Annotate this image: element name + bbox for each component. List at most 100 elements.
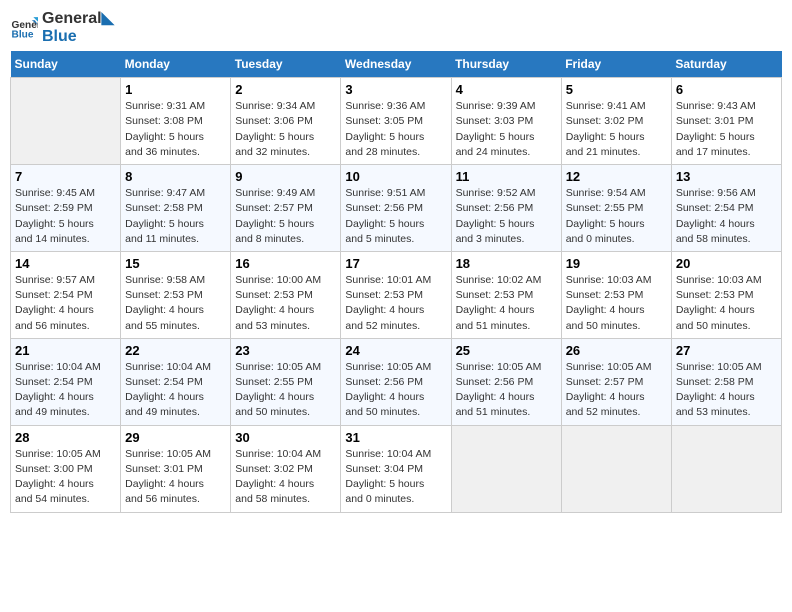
day-number: 26 — [566, 343, 667, 358]
day-info: Sunrise: 10:05 AM Sunset: 2:55 PM Daylig… — [235, 360, 336, 421]
day-info: Sunrise: 9:49 AM Sunset: 2:57 PM Dayligh… — [235, 186, 336, 247]
day-info: Sunrise: 9:36 AM Sunset: 3:05 PM Dayligh… — [345, 99, 446, 160]
day-info: Sunrise: 9:31 AM Sunset: 3:08 PM Dayligh… — [125, 99, 226, 160]
svg-text:Blue: Blue — [12, 29, 34, 40]
day-info: Sunrise: 9:56 AM Sunset: 2:54 PM Dayligh… — [676, 186, 777, 247]
calendar-week-row: 1 Sunrise: 9:31 AM Sunset: 3:08 PM Daylig… — [11, 78, 782, 165]
day-info: Sunrise: 10:04 AM Sunset: 2:54 PM Daylig… — [15, 360, 116, 421]
day-info: Sunrise: 10:03 AM Sunset: 2:53 PM Daylig… — [566, 273, 667, 334]
weekday-header: Tuesday — [231, 51, 341, 78]
day-info: Sunrise: 10:05 AM Sunset: 2:58 PM Daylig… — [676, 360, 777, 421]
day-info: Sunrise: 10:05 AM Sunset: 3:00 PM Daylig… — [15, 447, 116, 508]
day-info: Sunrise: 10:04 AM Sunset: 3:02 PM Daylig… — [235, 447, 336, 508]
day-number: 25 — [456, 343, 557, 358]
calendar-cell: 9 Sunrise: 9:49 AM Sunset: 2:57 PM Daylig… — [231, 165, 341, 252]
day-number: 11 — [456, 169, 557, 184]
day-number: 27 — [676, 343, 777, 358]
weekday-header: Thursday — [451, 51, 561, 78]
weekday-header: Sunday — [11, 51, 121, 78]
day-info: Sunrise: 9:52 AM Sunset: 2:56 PM Dayligh… — [456, 186, 557, 247]
day-number: 10 — [345, 169, 446, 184]
calendar-cell: 27 Sunrise: 10:05 AM Sunset: 2:58 PM Dayl… — [671, 338, 781, 425]
calendar-cell: 11 Sunrise: 9:52 AM Sunset: 2:56 PM Dayli… — [451, 165, 561, 252]
day-info: Sunrise: 9:51 AM Sunset: 2:56 PM Dayligh… — [345, 186, 446, 247]
calendar-week-row: 21 Sunrise: 10:04 AM Sunset: 2:54 PM Dayl… — [11, 338, 782, 425]
calendar-cell: 29Sunrise: 10:05 AM Sunset: 3:01 PM Dayl… — [121, 425, 231, 512]
day-info: Sunrise: 10:04 AM Sunset: 3:04 PM Daylig… — [345, 447, 446, 508]
calendar-cell: 1 Sunrise: 9:31 AM Sunset: 3:08 PM Daylig… — [121, 78, 231, 165]
day-number: 16 — [235, 256, 336, 271]
calendar-header-row: SundayMondayTuesdayWednesdayThursdayFrid… — [11, 51, 782, 78]
logo-text: General◣ Blue — [42, 10, 114, 45]
calendar-cell: 20 Sunrise: 10:03 AM Sunset: 2:53 PM Dayl… — [671, 251, 781, 338]
calendar-table: SundayMondayTuesdayWednesdayThursdayFrid… — [10, 51, 782, 512]
day-number: 1 — [125, 82, 226, 97]
day-number: 14 — [15, 256, 116, 271]
day-number: 15 — [125, 256, 226, 271]
day-number: 5 — [566, 82, 667, 97]
weekday-header: Saturday — [671, 51, 781, 78]
calendar-cell: 15 Sunrise: 9:58 AM Sunset: 2:53 PM Dayli… — [121, 251, 231, 338]
calendar-cell: 7 Sunrise: 9:45 AM Sunset: 2:59 PM Daylig… — [11, 165, 121, 252]
day-number: 18 — [456, 256, 557, 271]
calendar-cell — [11, 78, 121, 165]
calendar-cell: 5 Sunrise: 9:41 AM Sunset: 3:02 PM Daylig… — [561, 78, 671, 165]
day-number: 7 — [15, 169, 116, 184]
calendar-cell: 14 Sunrise: 9:57 AM Sunset: 2:54 PM Dayli… — [11, 251, 121, 338]
calendar-cell: 12 Sunrise: 9:54 AM Sunset: 2:55 PM Dayli… — [561, 165, 671, 252]
calendar-cell: 4Sunrise: 9:39 AM Sunset: 3:03 PM Daylig… — [451, 78, 561, 165]
day-number: 29 — [125, 430, 226, 445]
day-number: 13 — [676, 169, 777, 184]
calendar-cell: 24 Sunrise: 10:05 AM Sunset: 2:56 PM Dayl… — [341, 338, 451, 425]
calendar-cell: 26 Sunrise: 10:05 AM Sunset: 2:57 PM Dayl… — [561, 338, 671, 425]
calendar-cell: 3 Sunrise: 9:36 AM Sunset: 3:05 PM Daylig… — [341, 78, 451, 165]
calendar-cell: 17 Sunrise: 10:01 AM Sunset: 2:53 PM Dayl… — [341, 251, 451, 338]
weekday-header: Wednesday — [341, 51, 451, 78]
logo: General Blue General◣ Blue — [10, 10, 114, 45]
day-info: Sunrise: 10:03 AM Sunset: 2:53 PM Daylig… — [676, 273, 777, 334]
calendar-cell: 16 Sunrise: 10:00 AM Sunset: 2:53 PM Dayl… — [231, 251, 341, 338]
day-info: Sunrise: 9:58 AM Sunset: 2:53 PM Dayligh… — [125, 273, 226, 334]
day-info: Sunrise: 10:05 AM Sunset: 2:56 PM Daylig… — [345, 360, 446, 421]
weekday-header: Friday — [561, 51, 671, 78]
calendar-cell: 30 Sunrise: 10:04 AM Sunset: 3:02 PM Dayl… — [231, 425, 341, 512]
day-number: 19 — [566, 256, 667, 271]
day-info: Sunrise: 9:45 AM Sunset: 2:59 PM Dayligh… — [15, 186, 116, 247]
calendar-cell — [671, 425, 781, 512]
calendar-cell — [451, 425, 561, 512]
day-info: Sunrise: 10:02 AM Sunset: 2:53 PM Daylig… — [456, 273, 557, 334]
calendar-cell: 10 Sunrise: 9:51 AM Sunset: 2:56 PM Dayli… — [341, 165, 451, 252]
day-number: 31 — [345, 430, 446, 445]
day-number: 24 — [345, 343, 446, 358]
day-number: 9 — [235, 169, 336, 184]
day-number: 30 — [235, 430, 336, 445]
day-info: Sunrise: 10:04 AM Sunset: 2:54 PM Daylig… — [125, 360, 226, 421]
calendar-cell: 6 Sunrise: 9:43 AM Sunset: 3:01 PM Daylig… — [671, 78, 781, 165]
day-number: 3 — [345, 82, 446, 97]
day-info: Sunrise: 10:00 AM Sunset: 2:53 PM Daylig… — [235, 273, 336, 334]
day-info: Sunrise: 9:57 AM Sunset: 2:54 PM Dayligh… — [15, 273, 116, 334]
day-info: Sunrise: 9:34 AM Sunset: 3:06 PM Dayligh… — [235, 99, 336, 160]
day-info: Sunrise: 10:01 AM Sunset: 2:53 PM Daylig… — [345, 273, 446, 334]
calendar-cell — [561, 425, 671, 512]
calendar-cell: 13 Sunrise: 9:56 AM Sunset: 2:54 PM Dayli… — [671, 165, 781, 252]
logo-icon: General Blue — [10, 14, 38, 42]
day-info: Sunrise: 9:54 AM Sunset: 2:55 PM Dayligh… — [566, 186, 667, 247]
day-number: 6 — [676, 82, 777, 97]
day-info: Sunrise: 10:05 AM Sunset: 2:57 PM Daylig… — [566, 360, 667, 421]
day-number: 17 — [345, 256, 446, 271]
calendar-cell: 19 Sunrise: 10:03 AM Sunset: 2:53 PM Dayl… — [561, 251, 671, 338]
page-header: General Blue General◣ Blue — [10, 10, 782, 45]
calendar-cell: 8Sunrise: 9:47 AM Sunset: 2:58 PM Daylig… — [121, 165, 231, 252]
day-info: Sunrise: 9:43 AM Sunset: 3:01 PM Dayligh… — [676, 99, 777, 160]
day-info: Sunrise: 9:47 AM Sunset: 2:58 PM Dayligh… — [125, 186, 226, 247]
calendar-cell: 31 Sunrise: 10:04 AM Sunset: 3:04 PM Dayl… — [341, 425, 451, 512]
day-number: 20 — [676, 256, 777, 271]
calendar-cell: 2Sunrise: 9:34 AM Sunset: 3:06 PM Daylig… — [231, 78, 341, 165]
day-number: 12 — [566, 169, 667, 184]
day-number: 21 — [15, 343, 116, 358]
day-number: 22 — [125, 343, 226, 358]
weekday-header: Monday — [121, 51, 231, 78]
day-info: Sunrise: 9:41 AM Sunset: 3:02 PM Dayligh… — [566, 99, 667, 160]
day-info: Sunrise: 9:39 AM Sunset: 3:03 PM Dayligh… — [456, 99, 557, 160]
